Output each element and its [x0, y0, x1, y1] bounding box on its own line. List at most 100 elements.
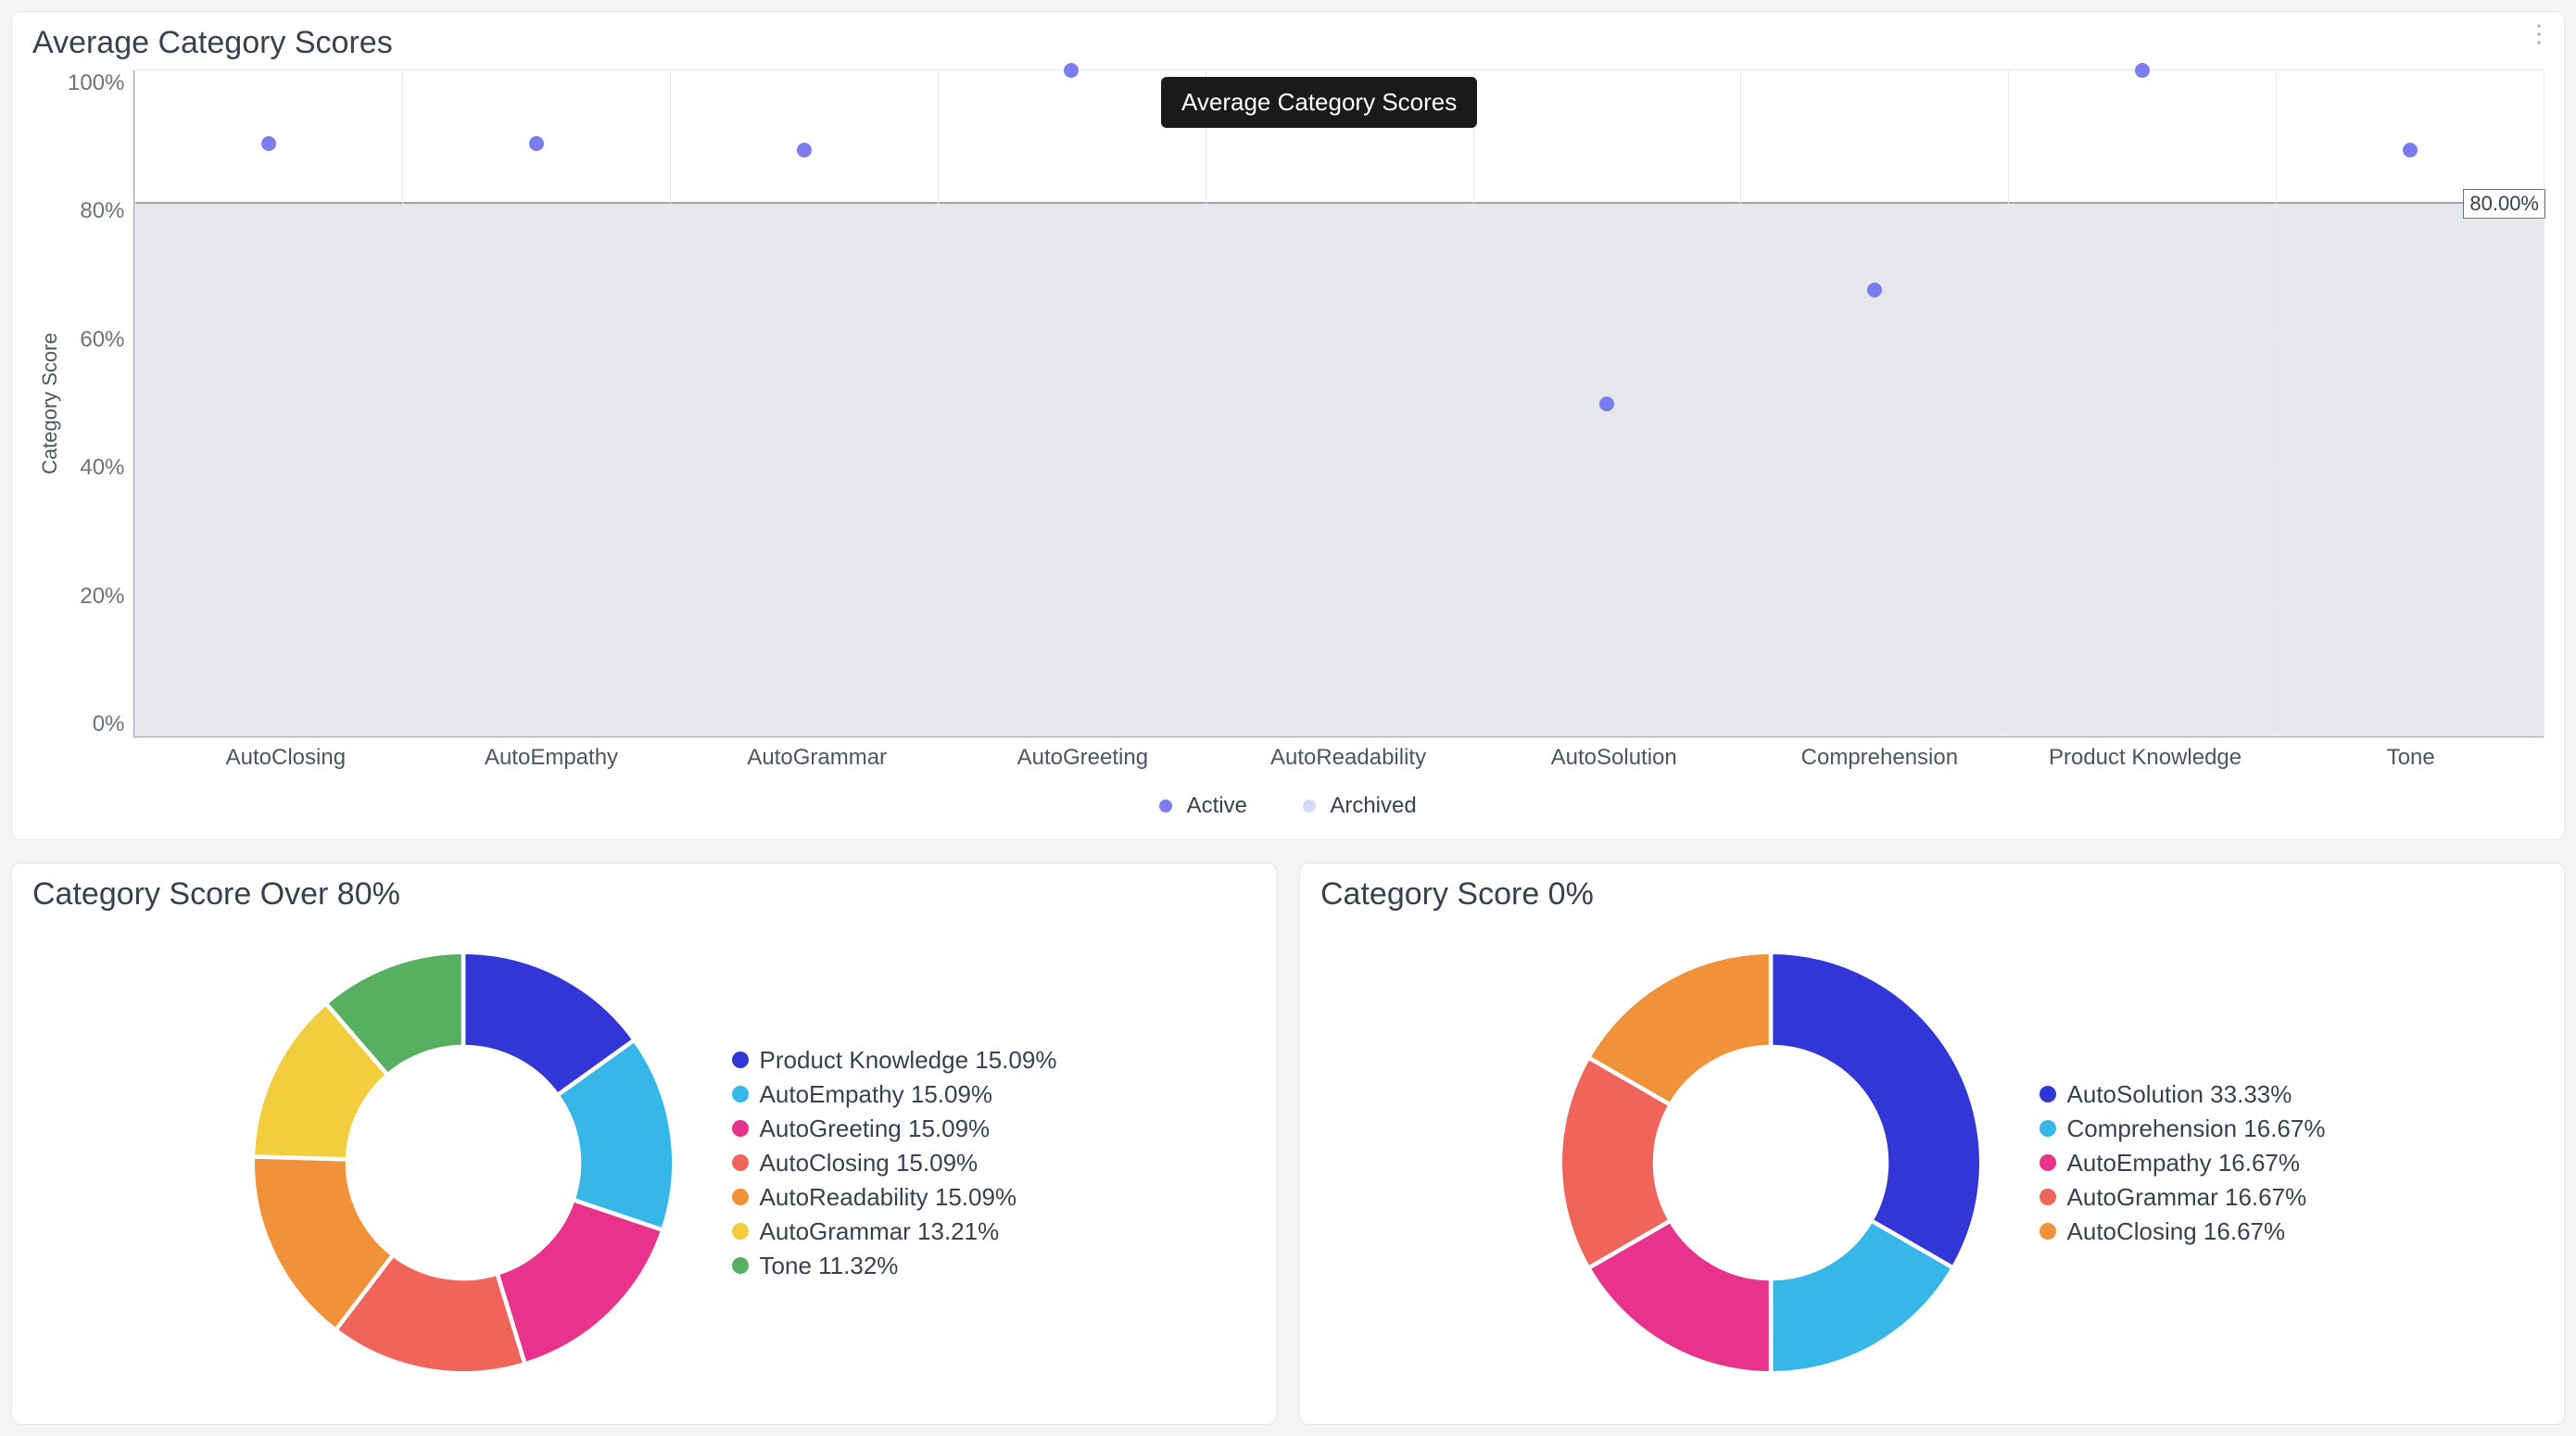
legend-swatch-icon [2039, 1189, 2056, 1205]
x-tick: AutoClosing [153, 745, 419, 771]
legend-label: AutoEmpathy 16.67% [2067, 1149, 2301, 1178]
legend-item[interactable]: Tone 11.32% [732, 1252, 1057, 1280]
data-point[interactable] [1599, 397, 1614, 411]
legend-swatch-icon [732, 1052, 749, 1068]
donut2-chart [1539, 931, 2002, 1394]
y-axis-label: Category Score [32, 70, 68, 737]
col-divider [2276, 70, 2277, 737]
legend-item[interactable]: AutoSolution 33.33% [2039, 1080, 2326, 1109]
legend-label: Comprehension 16.67% [2067, 1115, 2326, 1143]
gridline [134, 469, 2544, 470]
legend-swatch-icon [2039, 1154, 2056, 1171]
donut2-title: Category Score 0% [1320, 876, 2544, 913]
legend-swatch-icon [732, 1189, 749, 1205]
legend-label: AutoSolution 33.33% [2067, 1080, 2292, 1109]
y-tick: 40% [80, 455, 124, 481]
legend-swatch-icon [732, 1154, 749, 1171]
col-divider [670, 70, 671, 737]
scatter-title: Average Category Scores [32, 25, 2544, 61]
x-tick: AutoGreeting [950, 745, 1216, 771]
donut1-title: Category Score Over 80% [32, 876, 1256, 913]
legend-label: Tone 11.32% [760, 1252, 899, 1280]
legend-label: Product Knowledge 15.09% [760, 1046, 1057, 1075]
scatter-legend: Active Archived [32, 793, 2544, 819]
y-tick: 60% [80, 327, 124, 353]
donut2-card: Category Score 0% AutoSolution 33.33% Com… [1299, 863, 2565, 1425]
legend-label: AutoGrammar 13.21% [760, 1217, 1000, 1246]
data-point[interactable] [261, 136, 276, 151]
legend-dot-icon [1303, 800, 1316, 812]
data-point[interactable] [1064, 63, 1079, 78]
legend-item[interactable]: AutoGrammar 16.67% [2039, 1183, 2326, 1212]
more-icon[interactable]: ⋮ [2527, 21, 2551, 45]
legend-item[interactable]: AutoGrammar 13.21% [732, 1217, 1057, 1246]
legend-item[interactable]: AutoClosing 16.67% [2039, 1217, 2326, 1246]
gridline [134, 69, 2544, 70]
legend-label: AutoGrammar 16.67% [2067, 1183, 2307, 1212]
gridline [134, 336, 2544, 337]
data-point[interactable] [2135, 63, 2150, 78]
legend-swatch-icon [2039, 1120, 2056, 1137]
x-tick: AutoReadability [1216, 745, 1482, 771]
col-divider [1740, 70, 1741, 737]
legend-swatch-icon [732, 1223, 749, 1240]
legend-active-label: Active [1187, 793, 1247, 818]
donut1-legend: Product Knowledge 15.09% AutoEmpathy 15.0… [732, 1040, 1057, 1286]
y-tick: 100% [68, 70, 124, 96]
legend-label: AutoClosing 16.67% [2067, 1217, 2286, 1246]
legend-label: AutoGreeting 15.09% [760, 1115, 991, 1143]
legend-swatch-icon [2039, 1086, 2056, 1102]
legend-item[interactable]: AutoReadability 15.09% [732, 1183, 1057, 1212]
reference-line: 80.00% [134, 202, 2544, 204]
y-axis-ticks: 100% 80% 60% 40% 20% 0% [68, 70, 133, 737]
col-divider [402, 70, 403, 737]
data-point[interactable] [1867, 283, 1882, 297]
data-point[interactable] [2403, 143, 2418, 157]
tooltip: Average Category Scores [1161, 77, 1477, 128]
gridline [134, 602, 2544, 603]
legend-label: AutoEmpathy 15.09% [760, 1080, 993, 1109]
scatter-card: ⋮ Average Category Scores Average Catego… [11, 11, 2565, 840]
x-tick: AutoGrammar [684, 745, 950, 771]
col-divider [134, 70, 135, 737]
donut1-card: Category Score Over 80% Product Knowledg… [11, 863, 1277, 1425]
legend-item[interactable]: Product Knowledge 15.09% [732, 1046, 1057, 1075]
reference-badge: 80.00% [2463, 189, 2545, 219]
plot-area: 80.00% [133, 70, 2544, 737]
col-divider [1473, 70, 1474, 737]
x-tick: AutoSolution [1481, 745, 1747, 771]
col-divider [938, 70, 939, 737]
legend-archived-label: Archived [1330, 793, 1416, 818]
col-divider [2008, 70, 2009, 737]
data-point[interactable] [797, 143, 812, 157]
x-axis-labels: AutoClosingAutoEmpathyAutoGrammarAutoGre… [153, 745, 2544, 771]
pie-slice[interactable] [497, 1200, 663, 1364]
legend-swatch-icon [732, 1120, 749, 1137]
legend-label: AutoClosing 15.09% [760, 1149, 979, 1178]
legend-item[interactable]: AutoEmpathy 16.67% [2039, 1149, 2326, 1178]
legend-active[interactable]: Active [1159, 793, 1247, 819]
legend-item[interactable]: AutoGreeting 15.09% [732, 1115, 1057, 1143]
pie-slice[interactable] [1771, 952, 1981, 1268]
legend-label: AutoReadability 15.09% [760, 1183, 1017, 1212]
legend-swatch-icon [732, 1257, 749, 1274]
y-tick: 80% [80, 198, 124, 224]
y-tick: 20% [80, 584, 124, 610]
y-tick: 0% [93, 712, 125, 737]
legend-item[interactable]: AutoClosing 15.09% [732, 1149, 1057, 1178]
scatter-plot: Category Score 100% 80% 60% 40% 20% 0% 80.00% [32, 70, 2544, 737]
plot-shade [134, 204, 2544, 737]
donut1-chart [232, 931, 695, 1394]
legend-item[interactable]: AutoEmpathy 15.09% [732, 1080, 1057, 1109]
legend-dot-icon [1159, 800, 1172, 812]
x-tick: AutoEmpathy [419, 745, 685, 771]
x-tick: Product Knowledge [2013, 745, 2279, 771]
donut2-legend: AutoSolution 33.33% Comprehension 16.67% A… [2039, 1075, 2326, 1252]
legend-archived[interactable]: Archived [1303, 793, 1417, 819]
legend-swatch-icon [2039, 1223, 2056, 1240]
x-tick: Comprehension [1747, 745, 2013, 771]
legend-swatch-icon [732, 1086, 749, 1102]
x-tick: Tone [2278, 745, 2544, 771]
data-point[interactable] [529, 136, 544, 151]
legend-item[interactable]: Comprehension 16.67% [2039, 1115, 2326, 1143]
